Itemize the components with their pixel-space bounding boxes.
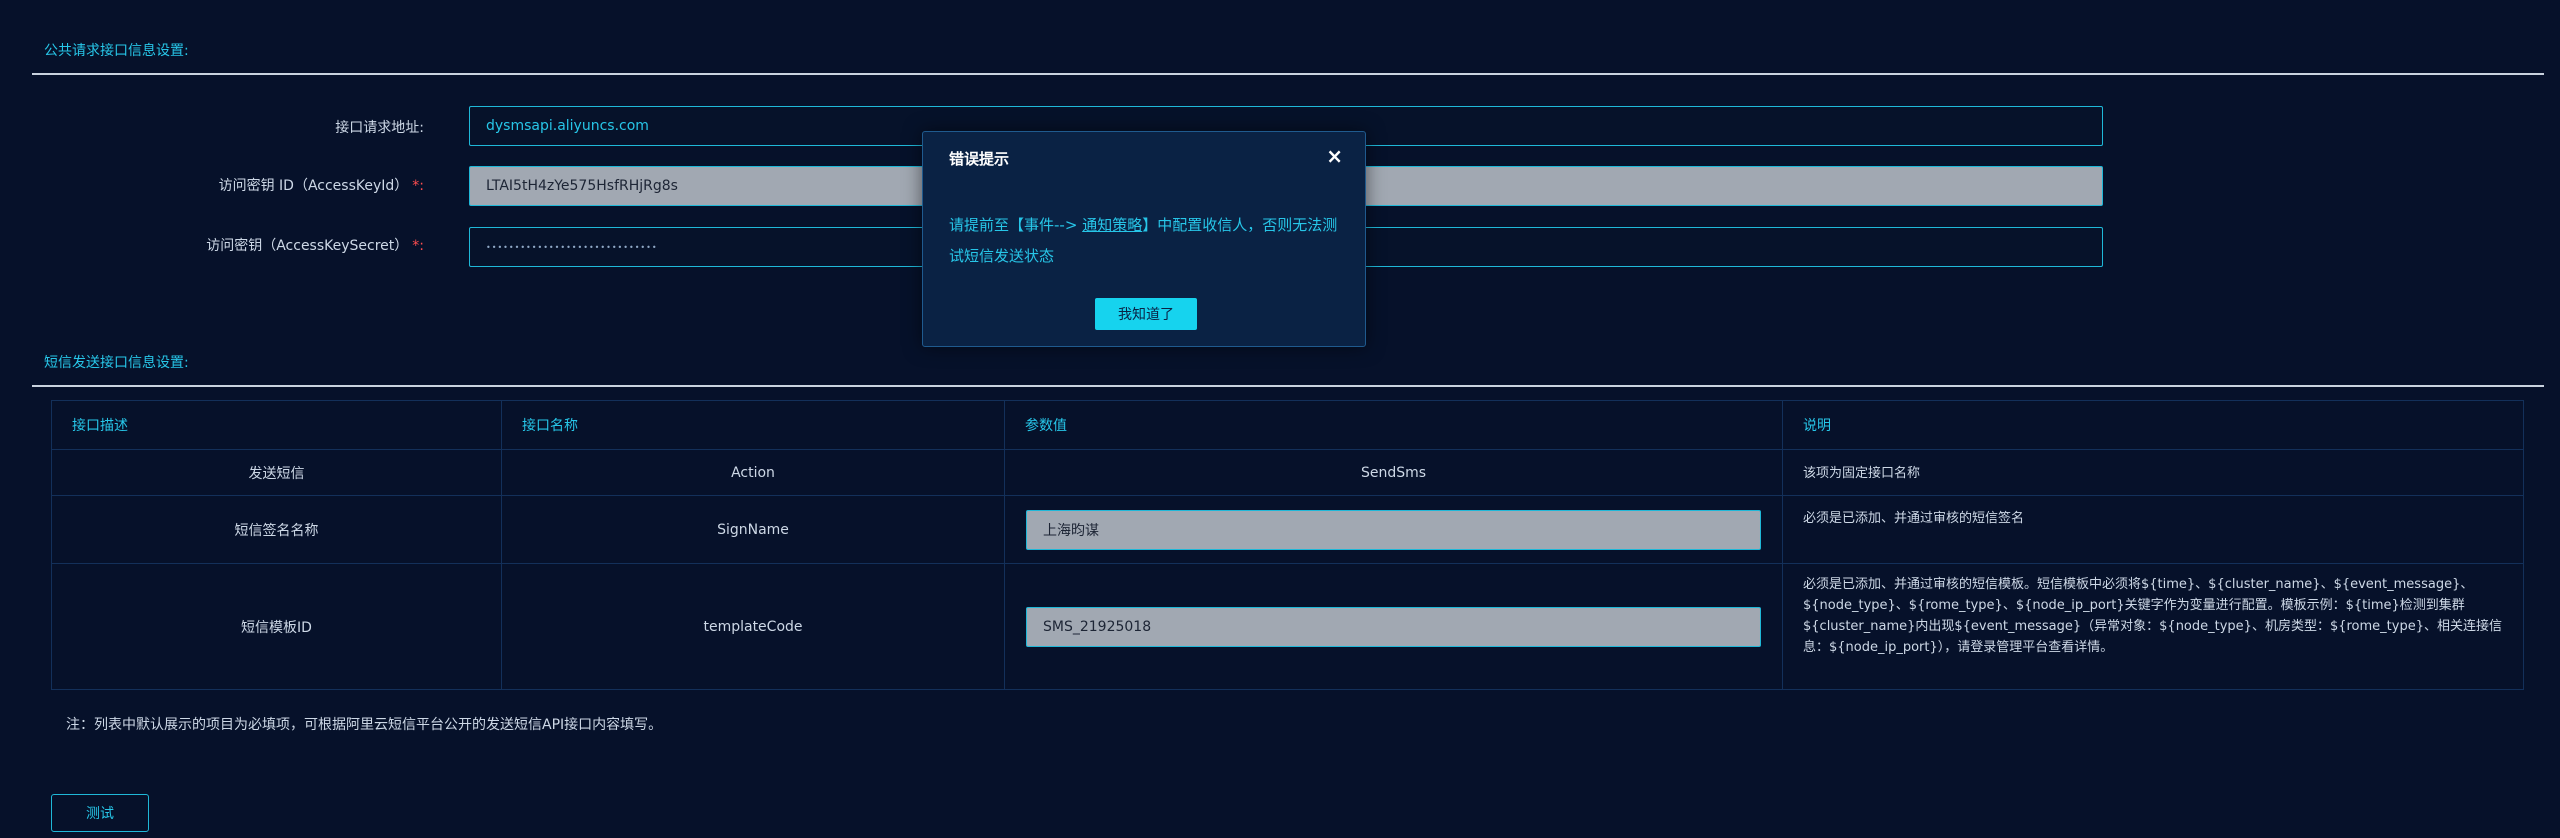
row-desc: 短信模板ID	[51, 563, 502, 690]
sms-section-divider	[32, 385, 2544, 387]
public-section-divider	[32, 73, 2544, 75]
row-value-cell: 上海昀谋	[1004, 495, 1783, 564]
row-name: SignName	[501, 495, 1005, 564]
public-section-title: 公共请求接口信息设置:	[44, 43, 189, 59]
table-header: 接口名称	[501, 400, 1005, 450]
dialog-message: 请提前至【事件--> 通知策略】中配置收信人，否则无法测试短信发送状态	[949, 216, 1338, 265]
row-name: Action	[501, 449, 1005, 496]
access-key-id-label: 访问密钥 ID（AccessKeyId） *:	[218, 178, 424, 194]
access-key-secret-label: 访问密钥（AccessKeySecret） *:	[206, 238, 424, 254]
notification-policy-link[interactable]: 通知策略	[1082, 216, 1142, 234]
table-header: 说明	[1782, 400, 2524, 450]
row-value-cell: SMS_21925018	[1004, 563, 1783, 690]
sms-interface-table: 接口描述 接口名称 参数值 说明 发送短信 Action SendSms 该项为…	[51, 400, 2524, 690]
template-code-input[interactable]: SMS_21925018	[1026, 606, 1761, 647]
required-mark: *:	[412, 178, 424, 194]
table-header: 接口描述	[51, 400, 502, 450]
table-header: 参数值	[1004, 400, 1783, 450]
row-desc: 发送短信	[51, 449, 502, 496]
table-header-row: 接口描述 接口名称 参数值 说明	[51, 400, 2524, 450]
row-desc: 短信签名名称	[51, 495, 502, 564]
table-row: 短信模板ID templateCode SMS_21925018 必须是已添加、…	[51, 563, 2524, 690]
sign-name-input[interactable]: 上海昀谋	[1026, 509, 1761, 550]
dialog-title: 错误提示	[949, 150, 1010, 168]
close-icon[interactable]: ×	[1326, 146, 1343, 166]
required-mark: *:	[412, 238, 424, 254]
error-dialog: 错误提示 × 请提前至【事件--> 通知策略】中配置收信人，否则无法测试短信发送…	[922, 131, 1366, 347]
acknowledge-button[interactable]: 我知道了	[1095, 298, 1197, 330]
row-value: SendSms	[1004, 449, 1783, 496]
footnote: 注：列表中默认展示的项目为必填项，可根据阿里云短信平台公开的发送短信API接口内…	[66, 717, 663, 733]
row-note: 必须是已添加、并通过审核的短信签名	[1782, 495, 2524, 564]
sms-section-title: 短信发送接口信息设置:	[44, 355, 189, 371]
row-name: templateCode	[501, 563, 1005, 690]
table-row: 短信签名名称 SignName 上海昀谋 必须是已添加、并通过审核的短信签名	[51, 495, 2524, 564]
test-button[interactable]: 测试	[51, 794, 149, 832]
table-row: 发送短信 Action SendSms 该项为固定接口名称	[51, 449, 2524, 496]
row-note: 必须是已添加、并通过审核的短信模板。短信模板中必须将${time}、${clus…	[1782, 563, 2524, 690]
row-note: 该项为固定接口名称	[1782, 449, 2524, 496]
api-url-label: 接口请求地址:	[335, 120, 424, 136]
